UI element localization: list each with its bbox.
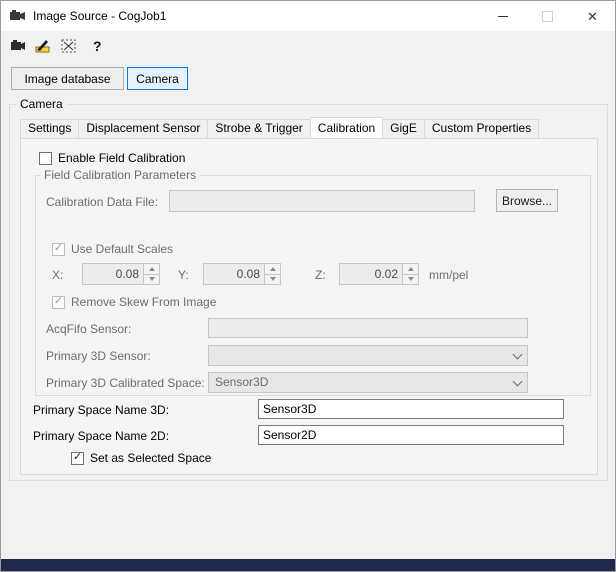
chevron-down-icon bbox=[507, 349, 527, 359]
scale-z-value: 0.02 bbox=[374, 267, 398, 281]
minimize-button[interactable] bbox=[480, 1, 525, 31]
spinner-up-icon[interactable] bbox=[403, 264, 418, 274]
tab-settings[interactable]: Settings bbox=[20, 119, 80, 138]
taskbar-strip bbox=[1, 559, 615, 571]
region-clear-icon[interactable] bbox=[59, 36, 79, 56]
scale-x-value: 0.08 bbox=[115, 267, 139, 281]
scale-y-value: 0.08 bbox=[236, 267, 260, 281]
acqfifo-sensor-label: AcqFifo Sensor: bbox=[46, 322, 132, 336]
tab-calibration[interactable]: Calibration bbox=[309, 117, 384, 138]
checkbox-box: ✓ bbox=[52, 242, 65, 256]
scale-z-label: Z: bbox=[315, 268, 326, 282]
checkbox-box: ✓ bbox=[52, 295, 65, 309]
image-source-window: Image Source - CogJob1 ✕ ? Image databas… bbox=[0, 0, 616, 572]
spinner-down-icon[interactable] bbox=[144, 273, 159, 284]
close-button[interactable]: ✕ bbox=[570, 1, 615, 31]
scale-y-spin bbox=[264, 264, 280, 284]
scale-y-label: Y: bbox=[178, 268, 189, 282]
checkbox-box: ✓ bbox=[39, 151, 52, 165]
close-icon: ✕ bbox=[587, 8, 598, 24]
scale-y-stepper[interactable]: 0.08 bbox=[203, 263, 281, 285]
primary-space-name-3d-input[interactable] bbox=[258, 399, 564, 419]
remove-skew-label: Remove Skew From Image bbox=[71, 295, 217, 309]
scale-x-spin bbox=[143, 264, 159, 284]
window-icon bbox=[10, 9, 26, 23]
calibration-data-file-input[interactable] bbox=[169, 190, 475, 212]
spinner-down-icon[interactable] bbox=[403, 273, 418, 284]
scale-z-spin bbox=[402, 264, 418, 284]
checkbox-box: ✓ bbox=[71, 451, 84, 465]
minimize-icon bbox=[497, 15, 508, 17]
scale-unit-label: mm/pel bbox=[429, 268, 469, 282]
field-calibration-parameters-label: Field Calibration Parameters bbox=[40, 168, 201, 182]
caption-buttons: ✕ bbox=[480, 1, 615, 31]
spinner-up-icon[interactable] bbox=[265, 264, 280, 274]
enable-field-calibration-label: Enable Field Calibration bbox=[58, 151, 186, 165]
tab-strobe-trigger[interactable]: Strobe & Trigger bbox=[207, 119, 311, 138]
primary-3d-calibrated-space-select[interactable]: Sensor3D bbox=[208, 372, 528, 393]
primary-3d-sensor-select[interactable] bbox=[208, 345, 528, 366]
primary-space-name-2d-input[interactable] bbox=[258, 425, 564, 445]
tab-strip: Settings Displacement Sensor Strobe & Tr… bbox=[20, 117, 540, 138]
checkmark-icon: ✓ bbox=[72, 451, 83, 463]
spinner-up-icon[interactable] bbox=[144, 264, 159, 274]
field-calibration-parameters-groupbox: Field Calibration Parameters Calibration… bbox=[35, 168, 591, 396]
tab-gige[interactable]: GigE bbox=[382, 119, 425, 138]
camera-groupbox: Camera Settings Displacement Sensor Stro… bbox=[9, 97, 608, 481]
use-default-scales-checkbox[interactable]: ✓ Use Default Scales bbox=[52, 242, 173, 256]
checkmark-icon: ✓ bbox=[53, 242, 64, 254]
scale-x-stepper[interactable]: 0.08 bbox=[82, 263, 160, 285]
primary-space-name-2d-label: Primary Space Name 2D: bbox=[33, 429, 170, 443]
image-database-button[interactable]: Image database bbox=[11, 67, 124, 90]
window-title: Image Source - CogJob1 bbox=[33, 9, 167, 23]
titlebar: Image Source - CogJob1 ✕ bbox=[1, 1, 615, 31]
acqfifo-sensor-input[interactable] bbox=[208, 318, 528, 338]
chevron-down-icon bbox=[507, 376, 527, 386]
maximize-button[interactable] bbox=[525, 1, 570, 31]
primary-3d-sensor-label: Primary 3D Sensor: bbox=[46, 349, 151, 363]
tab-displacement-sensor[interactable]: Displacement Sensor bbox=[78, 119, 209, 138]
primary-3d-calibrated-space-label: Primary 3D Calibrated Space: bbox=[46, 376, 205, 390]
calibration-tabpage: ✓ Enable Field Calibration Field Calibra… bbox=[20, 138, 598, 475]
maximize-icon bbox=[542, 10, 553, 22]
toolbar: ? bbox=[1, 33, 615, 59]
spinner-down-icon[interactable] bbox=[265, 273, 280, 284]
camera-connect-icon[interactable] bbox=[9, 36, 29, 56]
camera-groupbox-label: Camera bbox=[16, 97, 67, 111]
scale-z-stepper[interactable]: 0.02 bbox=[339, 263, 419, 285]
setup-ruler-icon[interactable] bbox=[33, 36, 53, 56]
browse-button[interactable]: Browse... bbox=[496, 189, 558, 212]
scale-x-label: X: bbox=[52, 268, 64, 282]
calibration-data-file-label: Calibration Data File: bbox=[46, 195, 159, 209]
set-as-selected-space-checkbox[interactable]: ✓ Set as Selected Space bbox=[71, 451, 211, 465]
checkmark-icon: ✓ bbox=[53, 295, 64, 307]
enable-field-calibration-checkbox[interactable]: ✓ Enable Field Calibration bbox=[39, 151, 185, 165]
tab-custom-properties[interactable]: Custom Properties bbox=[423, 119, 540, 138]
use-default-scales-label: Use Default Scales bbox=[71, 242, 174, 256]
primary-space-name-3d-label: Primary Space Name 3D: bbox=[33, 403, 170, 417]
camera-button[interactable]: Camera bbox=[127, 67, 188, 90]
help-icon[interactable]: ? bbox=[87, 36, 107, 56]
remove-skew-checkbox[interactable]: ✓ Remove Skew From Image bbox=[52, 295, 216, 309]
set-as-selected-space-label: Set as Selected Space bbox=[90, 451, 212, 465]
svg-text:?: ? bbox=[93, 38, 102, 54]
primary-3d-calibrated-space-value: Sensor3D bbox=[215, 375, 269, 389]
